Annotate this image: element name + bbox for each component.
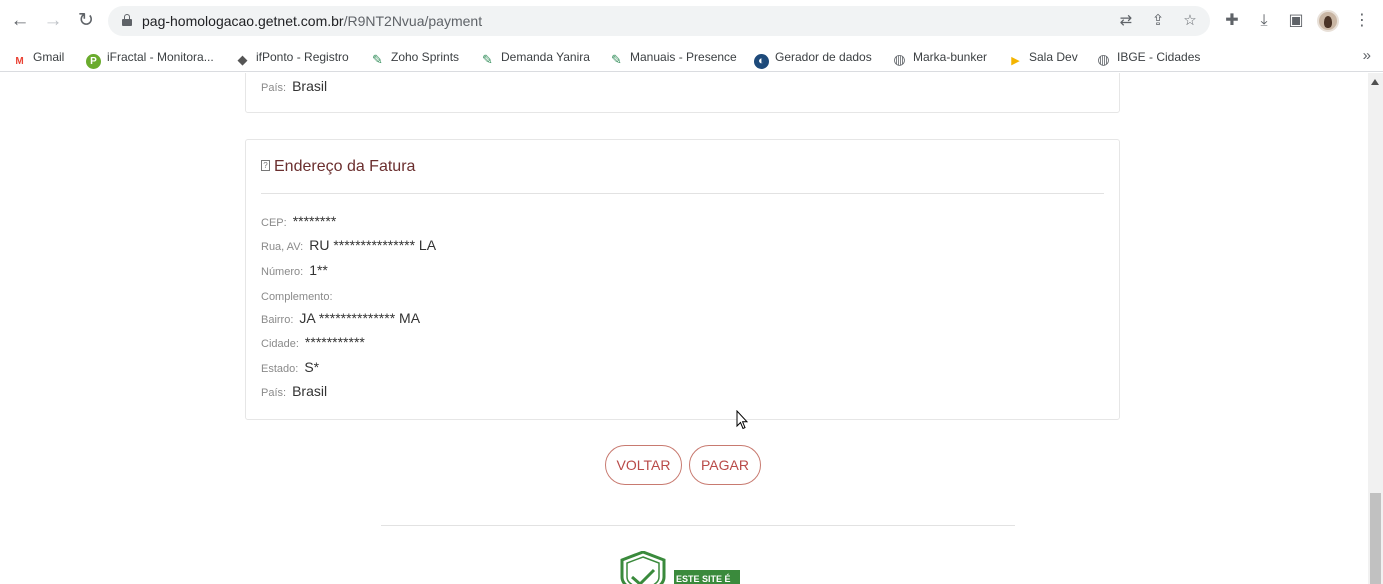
page-content: País: Brasil ? Endereço da Fatura CEP: ****… [0, 73, 1368, 584]
bookmark-ifractal[interactable]: PiFractal - Monitora... [86, 48, 214, 69]
bookmark-label: Manuais - Presence [630, 50, 737, 64]
pay-button[interactable]: PAGAR [689, 445, 761, 485]
billing-address-card: ? Endereço da Fatura CEP: ******** Rua, AV… [245, 139, 1120, 420]
field-estado: Estado: S* [261, 359, 319, 377]
shield-check-icon [620, 551, 666, 584]
gmail-icon: M [12, 54, 27, 69]
extensions-icon[interactable]: ✚ [1222, 11, 1242, 31]
bookmark-demanda-yanira[interactable]: ✎ Demanda Yanira [480, 48, 590, 67]
field-numero: Número: 1** [261, 262, 328, 280]
field-label: Estado: [261, 363, 299, 375]
bookmark-label: Zoho Sprints [391, 50, 460, 64]
field-value: Brasil [292, 383, 328, 399]
translate-icon[interactable]: ⇄ [1116, 11, 1136, 31]
field-pais: País: Brasil [261, 383, 327, 401]
field-label: País: [261, 387, 287, 399]
broken-image-icon: ? [261, 160, 270, 171]
side-panel-icon[interactable]: ▣ [1286, 11, 1306, 31]
reload-icon[interactable]: ↻ [75, 10, 97, 32]
ifponto-icon: ◆ [235, 52, 250, 67]
globe-icon: ◍ [1096, 51, 1111, 67]
back-arrow-icon[interactable]: ← [9, 10, 31, 32]
previous-address-card: País: Brasil [245, 73, 1120, 113]
field-cidade: Cidade: *********** [261, 334, 365, 352]
field-rua: Rua, AV: RU *************** LA [261, 237, 436, 255]
bookmark-label: Marka-bunker [913, 50, 988, 64]
bookmark-gmail[interactable]: M Gmail [12, 48, 65, 69]
gerador-icon: ◐ [754, 54, 769, 69]
field-label: Bairro: [261, 314, 294, 326]
bookmark-label: Gerador de dados [775, 50, 872, 64]
field-value: RU *************** LA [309, 237, 437, 253]
bookmark-label: Sala Dev [1029, 50, 1078, 64]
card-title: ? Endereço da Fatura [261, 158, 415, 176]
field-label: País: [261, 82, 287, 94]
field-complemento: Complemento: [261, 287, 339, 305]
field-value: ******** [292, 213, 337, 229]
field-value: *********** [304, 334, 365, 350]
bookmark-gerador-de-dados[interactable]: ◐ Gerador de dados [754, 48, 872, 69]
back-button[interactable]: VOLTAR [605, 445, 682, 485]
ifractal-icon: P [86, 54, 101, 69]
share-icon[interactable]: ⇪ [1148, 11, 1168, 31]
page-scrollbar[interactable] [1368, 73, 1383, 584]
field-value: S* [304, 359, 320, 375]
bookmark-ifponto[interactable]: ◆ ifPonto - Registro [235, 48, 349, 67]
card-title-text: Endereço da Fatura [274, 158, 416, 175]
field-cep: CEP: ******** [261, 213, 336, 231]
meet-icon: ▶ [1008, 54, 1023, 69]
globe-icon: ◍ [892, 51, 907, 67]
divider [261, 193, 1104, 194]
zoho-sprints-icon: ✎ [370, 52, 385, 67]
field-value: JA ************** MA [299, 310, 421, 326]
bookmark-manuais-presence[interactable]: ✎ Manuais - Presence [609, 48, 737, 67]
field-bairro: Bairro: JA ************** MA [261, 310, 420, 328]
lock-icon[interactable] [122, 14, 132, 26]
bookmark-marka-bunker[interactable]: ◍ Marka-bunker [892, 48, 988, 67]
bookmark-ibge-cidades[interactable]: ◍ IBGE - Cidades [1096, 48, 1201, 67]
field-value: 1** [309, 262, 328, 278]
download-icon[interactable]: ⤓ [1254, 11, 1274, 31]
footer-divider [381, 525, 1015, 526]
forward-arrow-icon[interactable]: → [42, 10, 64, 32]
field-label: CEP: [261, 217, 287, 229]
bookmark-label: ifPonto - Registro [256, 50, 349, 64]
address-bar[interactable]: pag-homologacao.getnet.com.br/R9NT2Nvua/… [108, 6, 1210, 36]
field-value: Brasil [292, 78, 328, 94]
browser-toolbar: ← → ↻ pag-homologacao.getnet.com.br/R9NT… [0, 0, 1383, 42]
mouse-cursor-icon [736, 410, 748, 430]
url-text[interactable]: pag-homologacao.getnet.com.br/R9NT2Nvua/… [142, 13, 482, 29]
seal-text: ESTE SITE É [674, 570, 740, 584]
scroll-thumb[interactable] [1370, 493, 1381, 584]
field-label: Rua, AV: [261, 241, 304, 253]
field-label: Cidade: [261, 338, 299, 350]
url-path: /R9NT2Nvua/payment [343, 13, 483, 29]
field-pais: País: Brasil [261, 78, 327, 96]
bookmark-label: iFractal - Monitora... [107, 50, 214, 64]
bookmark-star-icon[interactable]: ☆ [1180, 11, 1200, 31]
bookmarks-bar: M Gmail PiFractal - Monitora... ◆ ifPonto … [0, 42, 1383, 72]
menu-kebab-icon[interactable]: ⋮ [1352, 11, 1372, 31]
field-label: Número: [261, 266, 304, 278]
bookmark-label: Demanda Yanira [501, 50, 590, 64]
bookmark-label: Gmail [33, 50, 65, 64]
security-seal[interactable]: ESTE SITE É [618, 551, 742, 584]
demanda-icon: ✎ [480, 52, 495, 67]
url-host: pag-homologacao.getnet.com.br [142, 13, 344, 29]
field-label: Complemento: [261, 291, 333, 303]
scroll-up-arrow-icon[interactable] [1371, 79, 1379, 85]
bookmark-label: IBGE - Cidades [1117, 50, 1201, 64]
bookmark-sala-dev[interactable]: ▶ Sala Dev [1008, 48, 1078, 69]
bookmarks-overflow-icon[interactable]: » [1363, 47, 1371, 64]
manuais-icon: ✎ [609, 52, 624, 67]
profile-avatar[interactable] [1317, 10, 1339, 32]
bookmark-zoho-sprints[interactable]: ✎ Zoho Sprints [370, 48, 460, 67]
